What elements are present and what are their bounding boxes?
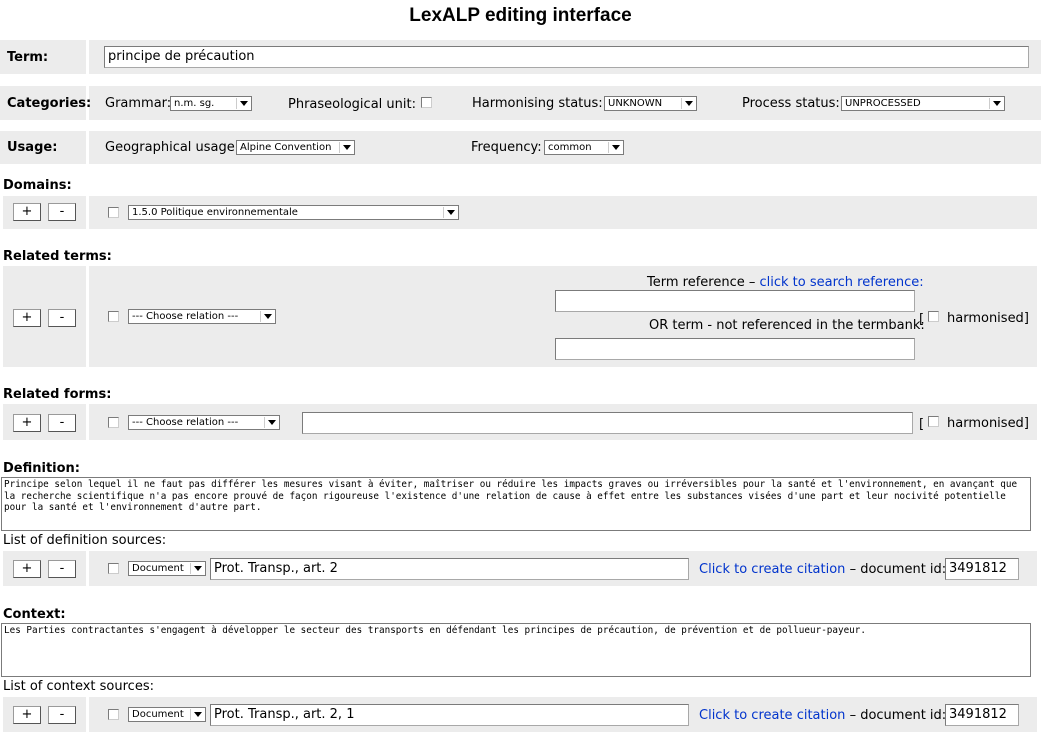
chevron-down-icon [681,98,695,109]
domains-label: Domains: [3,178,72,193]
definition-source-add-button[interactable]: + [13,560,41,578]
chevron-down-icon [260,311,274,322]
definition-textarea[interactable]: Principe selon lequel il ne faut pas dif… [1,477,1031,531]
context-source-checkbox[interactable] [108,709,119,720]
grammar-select[interactable]: n.m. sg. [170,96,252,111]
definition-source-checkbox[interactable] [108,563,119,574]
chevron-down-icon [190,563,204,574]
usage-label: Usage: [7,140,58,155]
related-term-harmonised-label: harmonised] [947,311,1029,326]
term-label: Term: [7,50,49,65]
chevron-down-icon [236,98,250,109]
context-source-remove-button[interactable]: - [48,706,76,724]
related-term-add-button[interactable]: + [13,309,41,327]
context-sources-label: List of context sources: [3,679,154,694]
related-form-harmonised-checkbox[interactable] [928,416,939,427]
process-label: Process status: [742,96,840,111]
domain-select[interactable]: 1.5.0 Politique environnementale [128,205,459,220]
definition-label: Definition: [3,461,81,476]
related-term-remove-button[interactable]: - [48,309,76,327]
related-term-harmonised-checkbox[interactable] [928,311,939,322]
chevron-down-icon [608,142,622,153]
or-term-label: OR term - not referenced in the termbank… [649,318,925,333]
frequency-select[interactable]: common [544,140,624,155]
domain-select-value: 1.5.0 Politique environnementale [132,207,298,218]
definition-source-remove-button[interactable]: - [48,560,76,578]
context-source-type-value: Document [132,709,184,720]
term-reference-text: Term reference – [647,275,756,290]
chevron-down-icon [339,142,353,153]
related-form-checkbox[interactable] [108,417,119,428]
related-term-relation-select[interactable]: --- Choose relation --- [128,309,276,324]
frequency-value: common [548,142,592,153]
page-title: LexALP editing interface [409,5,632,26]
definition-source-type-value: Document [132,563,184,574]
or-term-input[interactable] [555,338,915,360]
context-source-type-select[interactable]: Document [128,707,206,722]
related-form-input[interactable] [302,412,913,434]
context-docid-input[interactable]: 3491812 [945,704,1019,726]
grammar-select-value: n.m. sg. [174,98,215,109]
definition-sources-label: List of definition sources: [3,533,167,548]
bracket-open: [ [919,417,925,432]
term-input[interactable]: principe de précaution [104,46,1029,68]
bracket-open: [ [919,312,925,327]
term-reference-label: Term reference – click to search referen… [647,275,924,290]
definition-source-input[interactable]: Prot. Transp., art. 2 [210,558,689,580]
harmonising-label: Harmonising status: [472,96,603,111]
chevron-down-icon [264,417,278,428]
grammar-label: Grammar: [105,96,172,111]
chevron-down-icon [443,207,457,218]
definition-docid-input[interactable]: 3491812 [945,558,1019,580]
context-source-input[interactable]: Prot. Transp., art. 2, 1 [210,704,689,726]
geo-usage-select[interactable]: Alpine Convention [236,140,355,155]
context-create-citation-link[interactable]: Click to create citation [699,708,845,723]
related-terms-label: Related terms: [3,249,112,264]
search-reference-link[interactable]: click to search reference: [760,275,924,290]
related-form-harmonised-label: harmonised] [947,416,1029,431]
chevron-down-icon [190,709,204,720]
categories-label: Categories: [7,96,92,111]
chevron-down-icon [989,98,1003,109]
geo-usage-value: Alpine Convention [240,142,332,153]
context-citation: Click to create citation – document id: [699,708,946,723]
context-label: Context: [3,607,66,622]
related-form-remove-button[interactable]: - [48,414,76,432]
related-term-relation-value: --- Choose relation --- [132,311,239,322]
related-forms-label: Related forms: [3,387,112,402]
term-reference-input[interactable] [555,290,915,312]
definition-source-type-select[interactable]: Document [128,561,206,576]
process-select-value: UNPROCESSED [845,98,921,109]
context-textarea[interactable]: Les Parties contractantes s'engagent à d… [1,623,1031,677]
context-source-add-button[interactable]: + [13,706,41,724]
domain-add-button[interactable]: + [13,203,41,221]
harmonising-select-value: UNKNOWN [608,98,663,109]
process-select[interactable]: UNPROCESSED [841,96,1005,111]
definition-citation: Click to create citation – document id: [699,562,946,577]
domain-remove-button[interactable]: - [48,203,76,221]
related-form-relation-value: --- Choose relation --- [132,417,239,428]
definition-docid-label: – document id: [849,562,947,577]
phraseological-label: Phraseological unit: [288,97,416,112]
related-form-add-button[interactable]: + [13,414,41,432]
geo-usage-label: Geographical usage: [105,140,240,155]
definition-create-citation-link[interactable]: Click to create citation [699,562,845,577]
harmonising-select[interactable]: UNKNOWN [604,96,697,111]
frequency-label: Frequency: [471,140,542,155]
domain-checkbox[interactable] [108,207,119,218]
related-term-checkbox[interactable] [108,311,119,322]
context-docid-label: – document id: [849,708,947,723]
phraseological-checkbox[interactable] [421,97,432,108]
related-form-relation-select[interactable]: --- Choose relation --- [128,415,280,430]
